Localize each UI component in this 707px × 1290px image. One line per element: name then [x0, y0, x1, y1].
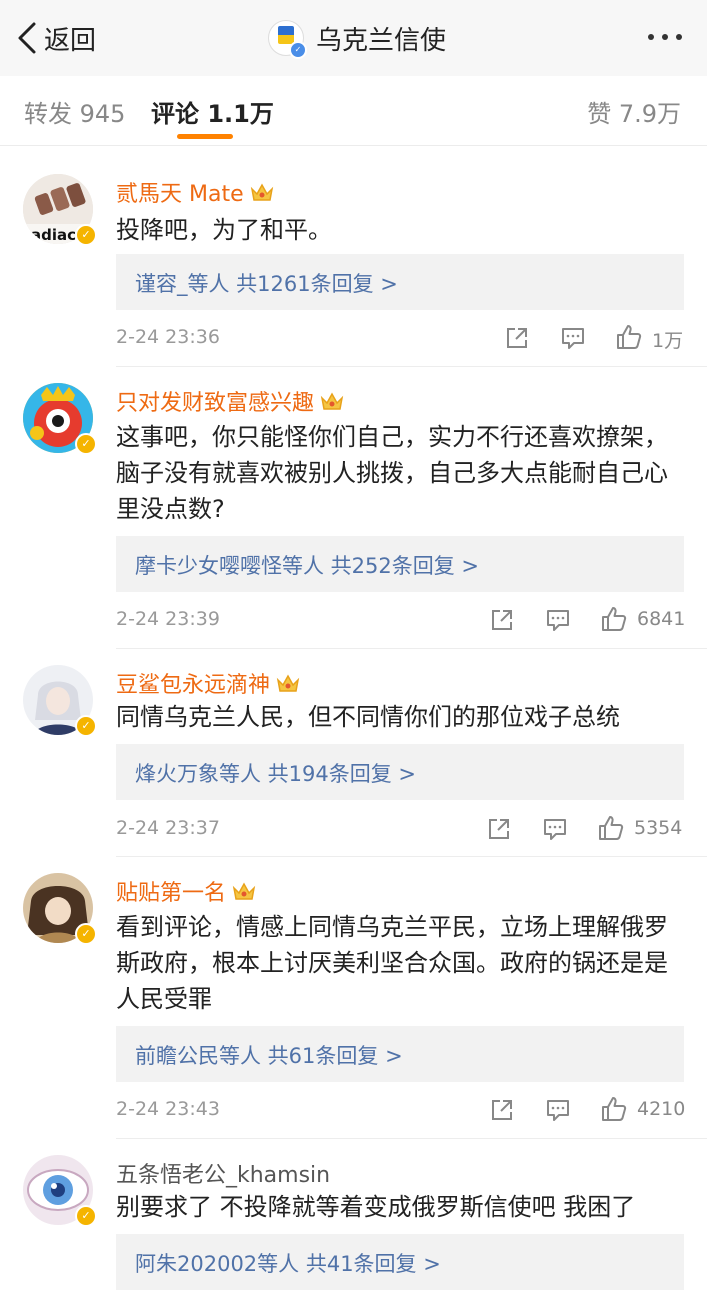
divider: [116, 1138, 707, 1139]
reply-button[interactable]: [561, 326, 585, 350]
comment-icon: [562, 328, 584, 349]
replies-label: 前瞻公民等人 共61条回复 >: [135, 1044, 403, 1068]
like-button[interactable]: [598, 815, 624, 841]
reply-button[interactable]: [543, 817, 567, 841]
comment-icon: [544, 819, 566, 840]
back-button[interactable]: 返回: [16, 18, 96, 58]
page-title: 乌克兰信使: [316, 25, 447, 56]
like-button[interactable]: [616, 324, 642, 350]
share-icon: [492, 1100, 512, 1120]
comment-time: 2-24 23:36: [116, 326, 220, 348]
crown-badge-icon: [250, 183, 273, 201]
replies-link[interactable]: 阿朱202002等人 共41条回复 >: [116, 1234, 684, 1290]
like-button[interactable]: [601, 606, 627, 632]
comment-time: 2-24 23:39: [116, 608, 220, 630]
reply-button[interactable]: [546, 608, 570, 632]
share-icon: [489, 819, 509, 839]
crown-badge-icon: [320, 392, 344, 410]
reply-button[interactable]: [546, 1098, 570, 1122]
verified-badge-icon: ✓: [75, 433, 97, 455]
chevron-left-icon: [18, 22, 36, 54]
comment-text: 同情乌克兰人民，但不同情你们的那位戏子总统: [116, 703, 620, 731]
thumbs-up-icon: [602, 1097, 627, 1121]
divider: [116, 648, 707, 649]
tab-repost[interactable]: 转发 945: [24, 94, 125, 129]
comment-text: 这事吧，你只能怪你们自己，实力不行还喜欢撩架，脑子没有就喜欢被别人挑拨，自己多大…: [116, 423, 668, 523]
share-button[interactable]: [487, 817, 511, 841]
replies-label: 谨容_等人 共1261条回复 >: [135, 272, 398, 296]
thumbs-up-icon: [602, 607, 627, 631]
replies-label: 阿朱202002等人 共41条回复 >: [135, 1252, 441, 1276]
verified-badge-icon: ✓: [75, 923, 97, 945]
replies-link[interactable]: 摩卡少女嘤嘤怪等人 共252条回复 >: [116, 536, 684, 592]
comment-icon: [547, 1100, 569, 1121]
tab-bar: 转发 945 评论 1.1万 赞 7.9万: [0, 76, 707, 146]
verified-badge-icon: ✓: [75, 224, 97, 246]
crown-badge-icon: [276, 674, 300, 692]
replies-label: 摩卡少女嘤嘤怪等人 共252条回复 >: [135, 554, 480, 578]
replies-link[interactable]: 谨容_等人 共1261条回复 >: [116, 254, 684, 310]
replies-link[interactable]: 前瞻公民等人 共61条回复 >: [116, 1026, 684, 1082]
comment-username[interactable]: 贰馬天 Mate: [116, 176, 274, 208]
comment-username[interactable]: 五条悟老公_khamsin: [116, 1157, 330, 1189]
share-icon: [492, 610, 512, 630]
share-icon: [507, 328, 527, 348]
comment-text: 别要求了 不投降就等着变成俄罗斯信使吧 我困了: [116, 1193, 636, 1221]
like-button[interactable]: [601, 1096, 627, 1122]
back-label: 返回: [44, 25, 97, 56]
verified-badge-icon: ✓: [75, 715, 97, 737]
thumbs-up-icon: [617, 325, 642, 349]
divider: [116, 366, 707, 367]
like-count: 1万: [652, 330, 684, 352]
active-tab-indicator: [177, 134, 233, 139]
verified-badge-icon: ✓: [75, 1205, 97, 1227]
share-button[interactable]: [490, 608, 514, 632]
comment-username[interactable]: 贴贴第一名: [116, 875, 256, 907]
comment-time: 2-24 23:37: [116, 817, 220, 839]
divider: [116, 856, 707, 857]
share-button[interactable]: [505, 326, 529, 350]
account-avatar[interactable]: ✓: [268, 20, 307, 59]
comment-text: 投降吧，为了和平。: [116, 216, 332, 244]
replies-link[interactable]: 烽火万象等人 共194条回复 >: [116, 744, 684, 800]
thumbs-up-icon: [599, 816, 624, 840]
top-bar: 返回 ✓ 乌克兰信使: [0, 0, 707, 77]
like-count: 4210: [637, 1098, 686, 1120]
like-count: 5354: [634, 817, 683, 839]
more-options-icon[interactable]: [645, 30, 685, 44]
comment-username[interactable]: 豆鲨包永远滴神: [116, 667, 300, 699]
share-button[interactable]: [490, 1098, 514, 1122]
crown-badge-icon: [232, 882, 256, 900]
comment-icon: [547, 610, 569, 631]
replies-label: 烽火万象等人 共194条回复 >: [135, 762, 417, 786]
like-count: 6841: [637, 608, 686, 630]
comment-text: 看到评论，情感上同情乌克兰平民，立场上理解俄罗斯政府，根本上讨厌美利坚合众国。政…: [116, 913, 668, 1013]
comment-time: 2-24 23:43: [116, 1098, 220, 1120]
comment-username[interactable]: 只对发财致富感兴趣: [116, 385, 344, 417]
verified-icon: ✓: [289, 41, 307, 59]
svg-text:adiac: adiac: [31, 226, 76, 244]
page-header: ✓ 乌克兰信使: [268, 16, 446, 60]
tab-like[interactable]: 赞 7.9万: [587, 94, 681, 129]
ukraine-flag-icon: [278, 26, 294, 44]
